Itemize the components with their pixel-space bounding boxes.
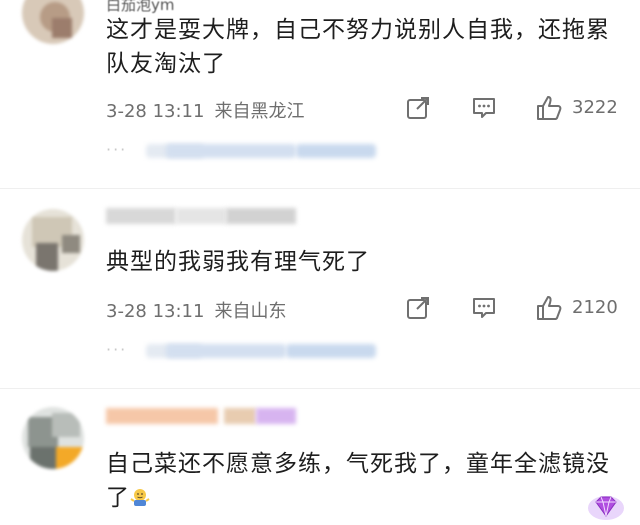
- diamond-badge-icon[interactable]: [586, 492, 626, 522]
- blurred-reply: [286, 344, 376, 358]
- username-blurred[interactable]: [106, 204, 306, 226]
- blurred-reply: [166, 344, 286, 358]
- share-icon[interactable]: [405, 95, 431, 121]
- like-count: 2120: [572, 297, 618, 318]
- username-blurred[interactable]: [106, 404, 306, 426]
- avatar[interactable]: [22, 209, 84, 271]
- comment-text-content: 自己菜还不愿意多练，气死我了，童年全滤镜没了: [106, 451, 610, 511]
- shrug-emoji-icon: [130, 489, 150, 506]
- comment-meta: 3-28 13:11 来自山东: [106, 297, 286, 323]
- reply-dots: ···: [106, 140, 128, 159]
- avatar[interactable]: [22, 0, 84, 44]
- comment-location: 来自黑龙江: [214, 101, 305, 122]
- comment-date: 3-28 13:11: [106, 101, 205, 122]
- thumbs-up-icon[interactable]: [535, 94, 563, 122]
- reply-dots: ···: [106, 340, 128, 359]
- comment-text: 这才是耍大牌，自己不努力说别人自我，还拖累队友淘汰了: [106, 17, 610, 77]
- avatar[interactable]: [22, 407, 84, 469]
- comment-meta: 3-28 13:11 来自黑龙江: [106, 97, 304, 123]
- blurred-reply: [166, 144, 296, 158]
- comment-icon[interactable]: [471, 295, 497, 321]
- share-icon[interactable]: [405, 295, 431, 321]
- like-count: 3222: [572, 97, 618, 118]
- divider: [0, 388, 640, 389]
- blurred-reply: [296, 144, 376, 158]
- comment-location: 来自山东: [214, 301, 287, 322]
- comment-text: 自己菜还不愿意多练，气死我了，童年全滤镜没了: [106, 447, 616, 515]
- comment-date: 3-28 13:11: [106, 301, 205, 322]
- comment-text: 典型的我弱我有理气死了: [106, 249, 370, 275]
- divider: [0, 188, 640, 189]
- thumbs-up-icon[interactable]: [535, 294, 563, 322]
- comment-icon[interactable]: [471, 95, 497, 121]
